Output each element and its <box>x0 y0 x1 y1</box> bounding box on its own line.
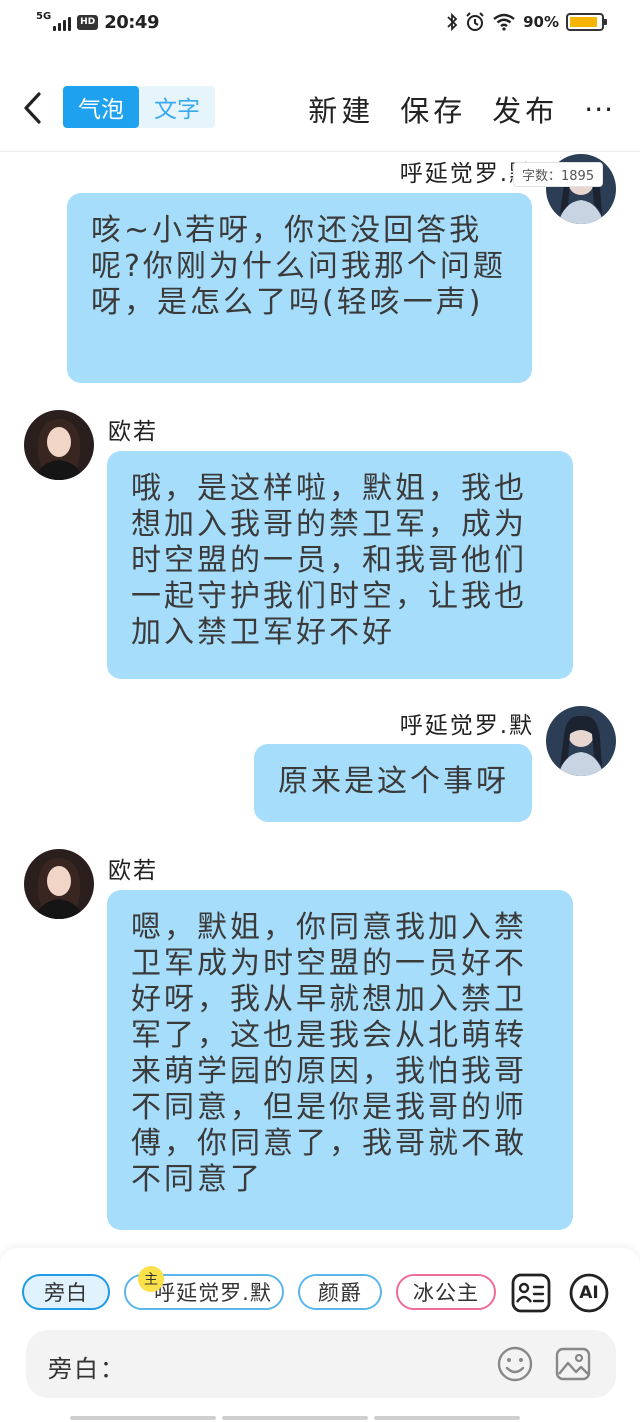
message-bubble[interactable]: 嗯，默姐，你同意我加入禁卫军成为时空盟的一员好不好呀，我从早就想加入禁卫军了，这… <box>107 890 573 1230</box>
character-card-icon[interactable] <box>510 1272 552 1314</box>
publish-button[interactable]: 发布 <box>492 88 558 130</box>
chip-character[interactable]: 颜爵 <box>298 1274 382 1310</box>
message-left: 欧若 嗯，默姐，你同意我加入禁卫军成为时空盟的一员好不好呀，我从早就想加入禁卫军… <box>0 849 640 1234</box>
wifi-icon <box>493 13 515 31</box>
message-right: 呼延觉罗.默 原来是这个事呀 <box>0 704 640 824</box>
avatar[interactable] <box>546 706 616 776</box>
mode-toggle: 气泡 文字 <box>63 86 215 128</box>
message-bubble[interactable]: 原来是这个事呀 <box>254 744 532 822</box>
network-type: 5G <box>36 10 52 22</box>
back-icon[interactable] <box>18 88 50 128</box>
chip-narrator[interactable]: 旁白 <box>22 1274 110 1310</box>
tab-text[interactable]: 文字 <box>139 86 215 128</box>
chat-list[interactable]: 字数：1895 呼延觉罗.默 咳~小若呀，你还没回答我呢?你刚为什么问我那个问题… <box>0 152 640 1242</box>
message-bubble[interactable]: 咳~小若呀，你还没回答我呢?你刚为什么问我那个问题呀，是怎么了吗(轻咳一声) <box>67 193 532 383</box>
alarm-icon <box>466 12 484 31</box>
editor-header: 气泡 文字 新建 保存 发布 ··· <box>0 80 640 134</box>
composer-panel: 旁白 主 呼延觉罗.默 颜爵 冰公主 AI 旁白： <box>0 1248 640 1422</box>
battery-icon <box>566 13 607 31</box>
character-chips[interactable]: 旁白 主 呼延觉罗.默 颜爵 冰公主 <box>22 1266 496 1312</box>
avatar[interactable] <box>24 849 94 919</box>
input-speaker-label: 旁白： <box>48 1355 126 1383</box>
dialogue-input[interactable] <box>126 1344 486 1384</box>
speaker-name: 欧若 <box>108 858 158 884</box>
image-icon[interactable] <box>554 1345 592 1383</box>
message-right: 呼延觉罗.默 咳~小若呀，你还没回答我呢?你刚为什么问我那个问题呀，是怎么了吗(… <box>0 152 640 392</box>
hd-badge: HD <box>77 15 99 30</box>
ai-label: AI <box>579 1283 599 1303</box>
message-bubble[interactable]: 哦，是这样啦，默姐，我也想加入我哥的禁卫军，成为时空盟的一员，和我哥他们一起守护… <box>107 451 573 679</box>
speaker-name: 呼延觉罗.默 <box>399 713 534 739</box>
emoji-icon[interactable] <box>496 1345 534 1383</box>
status-bar: 5G HD 20:49 90% <box>0 0 640 48</box>
ai-button[interactable]: AI <box>568 1272 610 1314</box>
home-indicator <box>70 1416 520 1420</box>
status-bar-left: 5G HD 20:49 <box>36 10 159 33</box>
avatar[interactable] <box>24 410 94 480</box>
speaker-name: 欧若 <box>108 419 158 445</box>
main-role-badge: 主 <box>138 1266 164 1292</box>
more-button[interactable]: ··· <box>584 93 614 126</box>
header-actions: 新建 保存 发布 ··· <box>308 88 614 130</box>
message-left: 欧若 哦，是这样啦，默姐，我也想加入我哥的禁卫军，成为时空盟的一员，和我哥他们一… <box>0 410 640 680</box>
dialogue-input-bar[interactable]: 旁白： <box>26 1330 616 1398</box>
new-button[interactable]: 新建 <box>308 88 374 130</box>
chip-character[interactable]: 冰公主 <box>396 1274 496 1310</box>
word-count: 字数：1895 <box>513 162 604 187</box>
save-button[interactable]: 保存 <box>400 88 466 130</box>
status-bar-right: 90% <box>446 12 607 32</box>
battery-percent: 90% <box>523 13 559 31</box>
signal-icon <box>53 15 72 31</box>
bluetooth-icon <box>447 12 458 32</box>
clock: 20:49 <box>104 12 159 33</box>
tab-bubble[interactable]: 气泡 <box>63 86 139 128</box>
